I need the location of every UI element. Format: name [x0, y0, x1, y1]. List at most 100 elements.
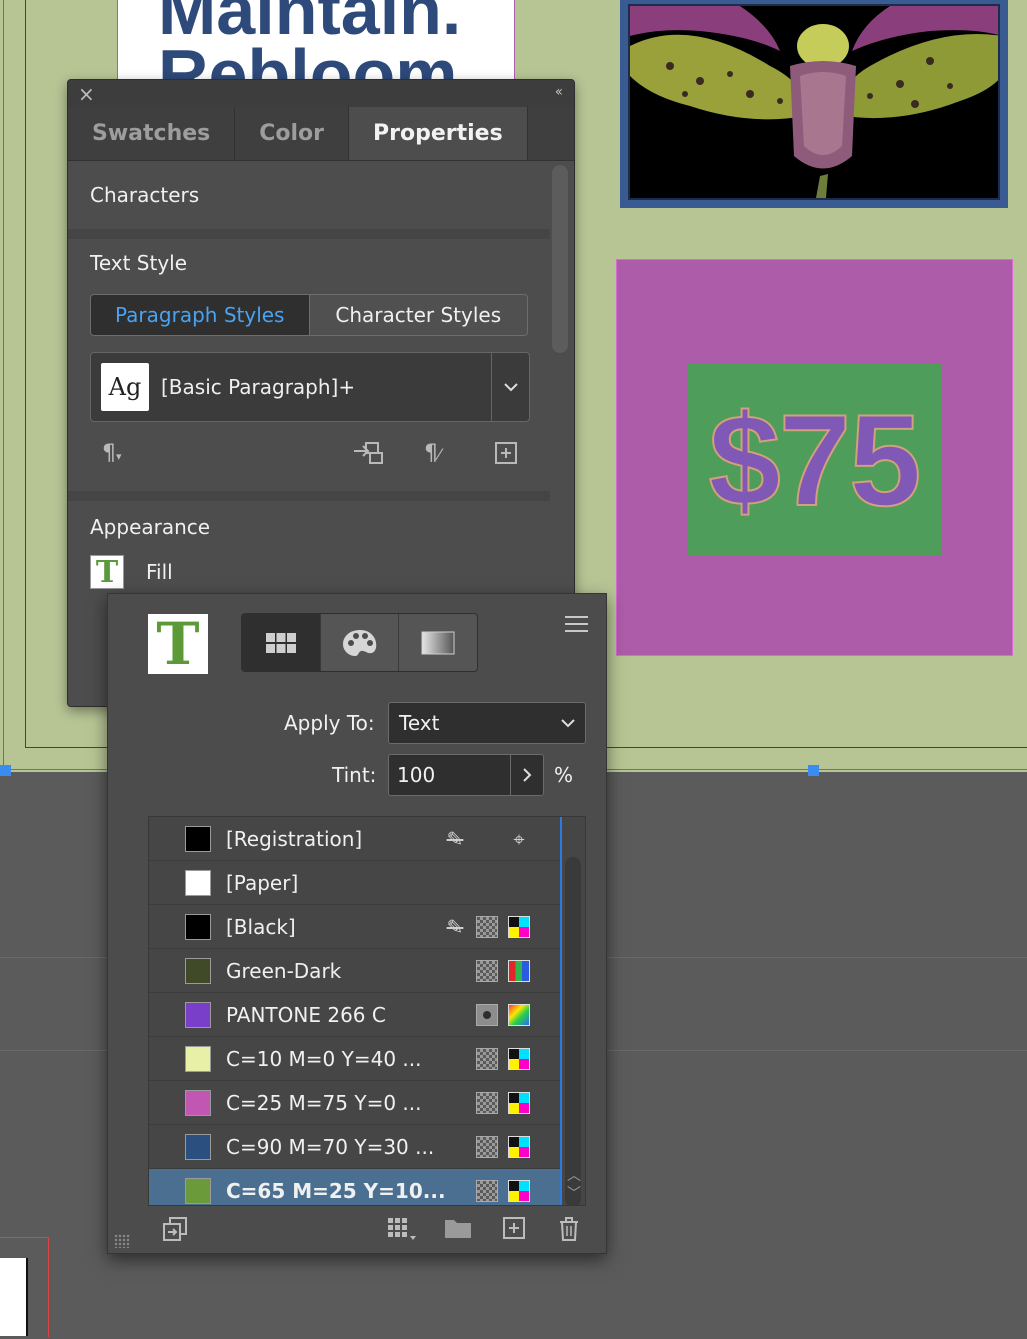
registration-icon: ⌖ — [513, 827, 525, 851]
swatch-name: C=25 M=75 Y=0 ... — [226, 1091, 422, 1115]
process-icon — [476, 1180, 498, 1202]
color-mode-button[interactable] — [321, 614, 400, 671]
cmyk-icon — [508, 916, 530, 938]
swatch-name: C=90 M=70 Y=30 ... — [226, 1135, 435, 1159]
cmyk-icon — [508, 1136, 530, 1158]
load-styles-icon[interactable] — [352, 439, 386, 473]
lab-icon — [508, 1004, 530, 1026]
section-divider — [68, 491, 550, 501]
swatch-row[interactable]: PANTONE 266 C — [149, 993, 560, 1037]
characters-section: Characters — [90, 183, 572, 207]
apply-to-select[interactable]: Text — [388, 702, 586, 744]
swatch-color-chip — [185, 914, 211, 940]
headline-text-frame[interactable]: Maintain. Rebloom. — [117, 0, 515, 82]
orchid-image — [630, 6, 998, 198]
process-icon — [476, 1048, 498, 1070]
no-edit-icon: ✎ — [446, 915, 464, 939]
swatch-row[interactable]: [Registration] ✎ ⌖ — [149, 817, 560, 861]
orchid-photo-frame[interactable] — [620, 0, 1008, 208]
selection-handle[interactable] — [0, 765, 11, 776]
price-text[interactable]: $75 — [708, 385, 923, 535]
swatch-list-scrollbar[interactable] — [565, 857, 581, 1205]
character-styles-button[interactable]: Character Styles — [309, 295, 527, 335]
tint-stepper[interactable] — [510, 754, 544, 796]
swatch-color-chip — [185, 1046, 211, 1072]
swatch-row[interactable]: C=25 M=75 Y=0 ... — [149, 1081, 560, 1125]
palette-icon — [342, 629, 376, 656]
panel-menu-icon[interactable] — [565, 616, 588, 637]
cmyk-icon — [508, 1180, 530, 1202]
process-icon — [476, 960, 498, 982]
show-options-icon[interactable] — [162, 1216, 190, 1248]
process-icon — [476, 1092, 498, 1114]
process-icon — [476, 916, 498, 938]
paragraph-style-dropdown[interactable]: Ag [Basic Paragraph]+ — [90, 352, 530, 422]
tab-properties[interactable]: Properties — [349, 107, 528, 160]
cmyk-icon — [508, 1048, 530, 1070]
spot-icon — [476, 1004, 498, 1026]
swatch-row[interactable]: C=10 M=0 Y=40 ... — [149, 1037, 560, 1081]
swatch-row[interactable]: [Paper] — [149, 861, 560, 905]
headline-line: Rebloom. — [158, 35, 477, 82]
resize-grip[interactable] — [114, 1234, 130, 1248]
swatch-row[interactable]: C=65 M=25 Y=10... — [149, 1169, 560, 1205]
panel-tabs: Swatches Color Properties — [68, 107, 574, 161]
pilcrow-options-icon[interactable]: ¶▾ — [102, 441, 122, 466]
swatch-color-chip — [185, 1178, 211, 1204]
clear-overrides-icon[interactable]: ¶⁄ — [424, 441, 441, 466]
swatch-color-chip — [185, 958, 211, 984]
fill-swatch-flyout[interactable]: T Apply To: Text Tint: 100 % [Registrati… — [107, 593, 607, 1254]
swatches-mode-button[interactable] — [242, 614, 321, 671]
swatch-list[interactable]: [Registration] ✎ ⌖ [Paper] [Black] ✎ Green-Dar… — [148, 816, 586, 1206]
text-style-title: Text Style — [90, 251, 188, 275]
tab-swatches[interactable]: Swatches — [68, 107, 236, 160]
swatch-color-chip — [185, 1090, 211, 1116]
price-frame[interactable]: $75 — [616, 259, 1013, 656]
new-style-icon[interactable] — [494, 441, 518, 471]
folder-icon[interactable] — [444, 1216, 472, 1246]
swatch-row[interactable]: [Black] ✎ — [149, 905, 560, 949]
fill-label: Fill — [146, 560, 173, 584]
color-mode-group — [241, 613, 478, 672]
rgb-icon — [508, 960, 530, 982]
close-icon[interactable]: × — [78, 82, 95, 106]
scroll-arrows-icon[interactable]: ︿ ﹀ — [567, 1167, 581, 1203]
collapse-icon[interactable]: ‹‹ — [555, 84, 563, 100]
tint-input[interactable]: 100 — [388, 754, 511, 796]
characters-title: Characters — [90, 183, 200, 207]
tab-color[interactable]: Color — [235, 107, 350, 160]
style-type-toggle: Paragraph Styles Character Styles — [90, 294, 528, 336]
fill-preview[interactable]: T — [148, 614, 208, 674]
swatch-view-icon[interactable] — [386, 1216, 418, 1248]
chevron-down-icon[interactable] — [491, 353, 529, 421]
new-swatch-icon[interactable] — [502, 1216, 526, 1246]
tint-label: Tint: — [332, 763, 377, 787]
swatch-color-chip — [185, 870, 211, 896]
text-style-section: Text Style — [90, 251, 572, 275]
fill-text-icon[interactable]: T — [90, 555, 124, 590]
swatch-name: [Paper] — [226, 871, 299, 895]
no-edit-icon: ✎ — [446, 827, 464, 851]
swatch-color-chip — [185, 1002, 211, 1028]
chevron-right-icon — [522, 768, 531, 782]
swatch-row[interactable]: C=90 M=70 Y=30 ... — [149, 1125, 560, 1169]
selection-handle[interactable] — [808, 765, 819, 776]
swatch-row[interactable]: Green-Dark — [149, 949, 560, 993]
swatch-name: [Black] — [226, 915, 296, 939]
panel-titlebar[interactable]: × ‹‹ — [68, 80, 574, 107]
drop-indicator — [560, 817, 562, 1205]
appearance-section: Appearance — [90, 515, 572, 539]
style-preview-thumb: Ag — [101, 363, 149, 411]
gradient-icon — [421, 631, 455, 654]
trash-icon[interactable] — [557, 1216, 581, 1248]
swatch-name: C=10 M=0 Y=40 ... — [226, 1047, 422, 1071]
price-box[interactable]: $75 — [687, 364, 941, 556]
chevron-down-icon — [561, 718, 575, 727]
style-name: [Basic Paragraph]+ — [161, 375, 356, 399]
appearance-title: Appearance — [90, 515, 211, 539]
swatch-color-chip — [185, 826, 211, 852]
fill-row[interactable]: T Fill — [90, 555, 173, 590]
gradient-mode-button[interactable] — [399, 614, 477, 671]
paragraph-styles-button[interactable]: Paragraph Styles — [91, 295, 310, 335]
swatch-name: C=65 M=25 Y=10... — [226, 1179, 446, 1203]
